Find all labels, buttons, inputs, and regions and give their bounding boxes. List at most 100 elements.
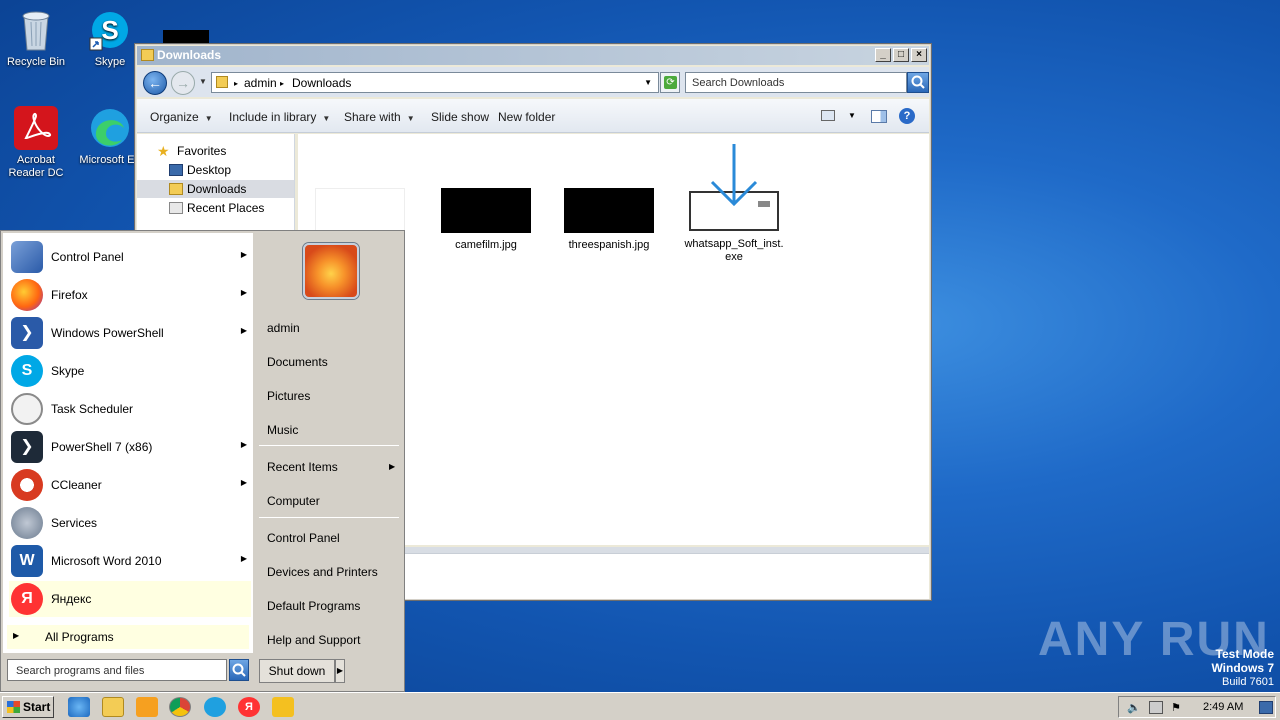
places-devices-printers[interactable]: Devices and Printers bbox=[267, 565, 378, 579]
places-pictures[interactable]: Pictures bbox=[267, 389, 310, 403]
start-program-item[interactable]: Control Panel ▶ bbox=[9, 239, 251, 275]
places-control-panel[interactable]: Control Panel bbox=[267, 531, 340, 545]
folder-icon bbox=[141, 49, 154, 61]
view-icon[interactable] bbox=[821, 110, 835, 121]
places-help-support[interactable]: Help and Support bbox=[267, 633, 360, 647]
places-computer[interactable]: Computer bbox=[267, 494, 320, 508]
desktop-icon-acrobat[interactable]: Acrobat Reader DC bbox=[0, 106, 72, 180]
edge-icon[interactable] bbox=[204, 697, 226, 717]
share-with-button[interactable]: Share with ▼ bbox=[344, 110, 415, 124]
search-button[interactable] bbox=[907, 72, 929, 93]
help-icon[interactable]: ? bbox=[899, 108, 915, 124]
separator bbox=[259, 445, 399, 446]
all-programs-button[interactable]: ▶ All Programs bbox=[7, 625, 249, 649]
start-search-input[interactable]: Search programs and files bbox=[7, 659, 227, 681]
places-documents[interactable]: Documents bbox=[267, 355, 328, 369]
start-program-label: CCleaner bbox=[51, 478, 102, 492]
chevron-right-icon[interactable]: ▸ bbox=[234, 79, 238, 88]
close-button[interactable]: × bbox=[911, 48, 927, 62]
breadcrumb-downloads[interactable]: Downloads bbox=[292, 76, 351, 90]
network-icon[interactable] bbox=[1149, 701, 1163, 714]
volume-icon[interactable]: 🔈 bbox=[1127, 701, 1141, 714]
skype-icon: S bbox=[11, 355, 43, 387]
refresh-button[interactable]: ⟳ bbox=[660, 72, 680, 93]
chevron-right-icon: ▶ bbox=[240, 478, 247, 487]
recent-pages-dropdown[interactable]: ▼ bbox=[199, 77, 207, 86]
folder-icon bbox=[216, 76, 228, 88]
start-search-button[interactable] bbox=[229, 659, 249, 681]
chevron-down-icon[interactable]: ▼ bbox=[644, 78, 652, 87]
nav-label: Desktop bbox=[187, 163, 232, 177]
start-menu-programs: Control Panel ▶ Firefox ▶ ❯ Windows PowerShel… bbox=[3, 233, 253, 653]
clock[interactable]: 2:49 AM bbox=[1203, 701, 1243, 713]
test-mode-line: Build 7601 bbox=[1222, 676, 1274, 688]
start-button[interactable]: Start bbox=[2, 696, 54, 718]
address-bar-row: ← → ▼ ▸ admin ▸ Downloads ▼ ⟳ Search Dow… bbox=[137, 67, 929, 97]
start-program-item[interactable]: W Microsoft Word 2010 ▶ bbox=[9, 543, 251, 579]
app-icon[interactable] bbox=[272, 697, 294, 717]
start-program-label: Firefox bbox=[51, 288, 88, 302]
nav-favorites[interactable]: ★ Favorites bbox=[137, 142, 294, 160]
organize-button[interactable]: Organize ▼ bbox=[150, 110, 213, 124]
recycle-bin-icon bbox=[14, 8, 58, 52]
maximize-button[interactable]: □ bbox=[893, 48, 909, 62]
yandex-icon: Я bbox=[11, 583, 43, 615]
start-program-item[interactable]: ❯ PowerShell 7 (x86) ▶ bbox=[9, 429, 251, 465]
forward-button[interactable]: → bbox=[171, 71, 195, 95]
minimize-button[interactable]: _ bbox=[875, 48, 891, 62]
back-button[interactable]: ← bbox=[143, 71, 167, 95]
shutdown-options-button[interactable]: ▶ bbox=[335, 659, 345, 683]
show-desktop-icon[interactable] bbox=[1259, 701, 1273, 714]
start-program-item[interactable]: CCleaner ▶ bbox=[9, 467, 251, 503]
shutdown-button[interactable]: Shut down bbox=[259, 659, 335, 683]
slide-show-button[interactable]: Slide show bbox=[431, 110, 489, 124]
start-program-item[interactable]: Services bbox=[9, 505, 251, 541]
word-icon: W bbox=[11, 545, 43, 577]
installer-download-icon bbox=[689, 144, 779, 231]
gears-icon bbox=[11, 507, 43, 539]
action-center-flag-icon[interactable]: ⚑ bbox=[1171, 701, 1185, 714]
include-in-library-button[interactable]: Include in library ▼ bbox=[229, 110, 330, 124]
chrome-icon[interactable] bbox=[169, 697, 191, 717]
start-program-item[interactable]: S Skype bbox=[9, 353, 251, 389]
internet-explorer-icon[interactable] bbox=[68, 697, 90, 717]
file-item[interactable]: threespanish.jpg bbox=[561, 188, 657, 252]
start-program-item[interactable]: Firefox ▶ bbox=[9, 277, 251, 313]
file-item[interactable]: whatsapp_Soft_inst.exe bbox=[684, 144, 784, 264]
file-name: whatsapp_Soft_inst.exe bbox=[684, 238, 784, 263]
nav-recent-places[interactable]: Recent Places bbox=[137, 199, 294, 217]
places-user[interactable]: admin bbox=[267, 321, 300, 335]
file-name: camefilm.jpg bbox=[455, 239, 517, 251]
image-thumbnail bbox=[564, 188, 654, 233]
nav-downloads[interactable]: Downloads bbox=[137, 180, 294, 198]
breadcrumb-admin[interactable]: admin bbox=[244, 76, 277, 90]
search-icon bbox=[911, 75, 925, 89]
chevron-right-icon: ▶ bbox=[13, 631, 20, 640]
share-label: Share with bbox=[344, 110, 401, 124]
search-input[interactable]: Search Downloads bbox=[685, 72, 907, 93]
media-player-icon[interactable] bbox=[136, 697, 158, 717]
nav-desktop[interactable]: Desktop bbox=[137, 161, 294, 179]
start-program-item[interactable]: Task Scheduler bbox=[9, 391, 251, 427]
desktop-icon-label: Recycle Bin bbox=[6, 56, 66, 68]
view-dropdown-icon[interactable]: ▼ bbox=[848, 111, 856, 120]
yandex-browser-icon[interactable]: Я bbox=[238, 697, 260, 717]
places-default-programs[interactable]: Default Programs bbox=[267, 599, 360, 613]
places-music[interactable]: Music bbox=[267, 423, 298, 437]
start-program-item[interactable]: ❯ Windows PowerShell ▶ bbox=[9, 315, 251, 351]
address-box[interactable]: ▸ admin ▸ Downloads ▼ bbox=[211, 72, 659, 93]
title-bar[interactable]: Downloads _ □ × bbox=[137, 46, 929, 65]
new-folder-button[interactable]: New folder bbox=[498, 110, 555, 124]
user-avatar[interactable] bbox=[303, 243, 359, 299]
search-placeholder: Search Downloads bbox=[692, 77, 785, 89]
explorer-taskbar-icon[interactable] bbox=[102, 697, 124, 717]
preview-pane-icon[interactable] bbox=[871, 110, 887, 123]
start-program-item[interactable]: Я Яндекс bbox=[9, 581, 251, 617]
start-program-label: Яндекс bbox=[51, 592, 92, 606]
window-title: Downloads bbox=[157, 48, 222, 62]
start-program-label: Control Panel bbox=[51, 250, 124, 264]
file-item[interactable]: camefilm.jpg bbox=[438, 188, 534, 252]
chevron-right-icon[interactable]: ▸ bbox=[280, 79, 284, 88]
desktop-icon-recycle-bin[interactable]: Recycle Bin bbox=[0, 8, 72, 69]
places-recent-items[interactable]: Recent Items bbox=[267, 460, 338, 474]
